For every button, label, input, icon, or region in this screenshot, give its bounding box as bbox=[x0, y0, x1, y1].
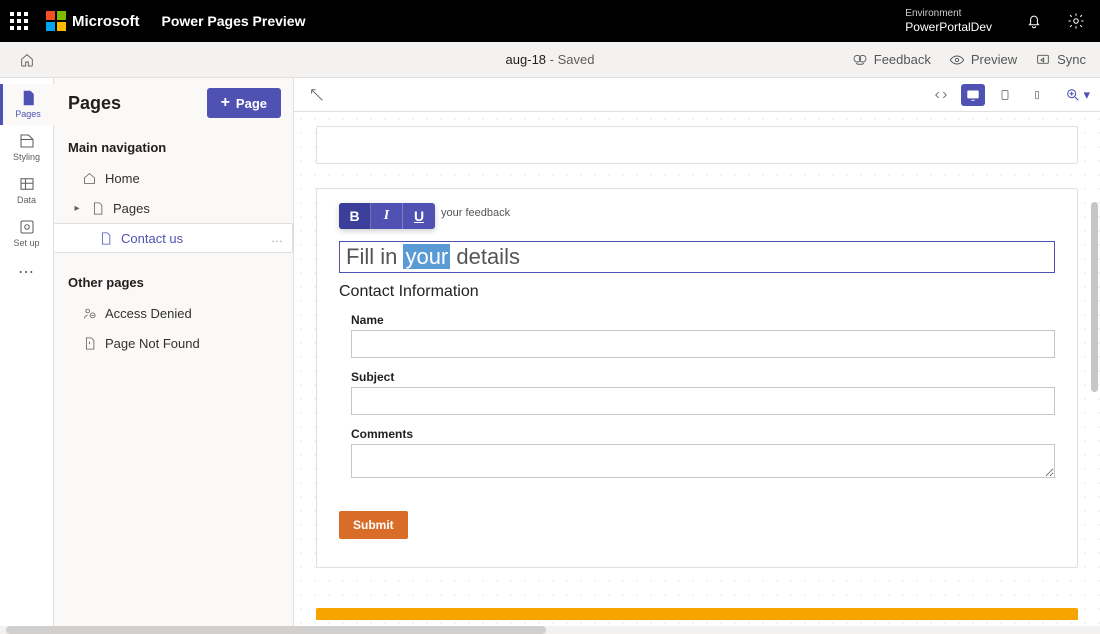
form-card[interactable]: B I U your feedback Fill in your details… bbox=[316, 188, 1078, 568]
canvas-toolbar: ▾ bbox=[294, 78, 1100, 112]
microsoft-logo: Microsoft bbox=[46, 11, 140, 31]
panel-title: Pages bbox=[68, 93, 121, 114]
section-other-pages: Other pages bbox=[68, 275, 293, 290]
design-canvas[interactable]: B I U your feedback Fill in your details… bbox=[294, 112, 1100, 634]
heading-editor[interactable]: Fill in your details bbox=[339, 241, 1055, 273]
preview-icon bbox=[949, 52, 965, 68]
input-subject[interactable] bbox=[351, 387, 1055, 415]
section-main-nav: Main navigation bbox=[68, 140, 293, 155]
site-name: aug-18 bbox=[506, 52, 546, 67]
move-handle-icon[interactable] bbox=[304, 82, 330, 108]
page-outline-icon bbox=[98, 231, 113, 246]
field-name: Name bbox=[339, 313, 1055, 358]
field-comments: Comments bbox=[339, 427, 1055, 483]
new-page-button[interactable]: + Page bbox=[207, 88, 281, 118]
feedback-button[interactable]: Feedback bbox=[852, 52, 931, 68]
brand-text: Microsoft bbox=[72, 13, 140, 30]
bold-button[interactable]: B bbox=[339, 203, 371, 229]
styling-icon bbox=[18, 132, 36, 150]
form-subheading: Contact Information bbox=[339, 283, 1055, 301]
chevron-down-icon: ▾ bbox=[1083, 87, 1090, 103]
site-status: aug-18 - Saved bbox=[506, 52, 595, 67]
input-name[interactable] bbox=[351, 330, 1055, 358]
nav-access-denied[interactable]: Access Denied bbox=[68, 298, 293, 328]
rail-more[interactable]: ⋯ bbox=[18, 262, 35, 282]
underline-button[interactable]: U bbox=[403, 203, 435, 229]
app-launcher-icon[interactable] bbox=[6, 8, 32, 34]
page-icon bbox=[19, 89, 37, 107]
input-comments[interactable] bbox=[351, 444, 1055, 478]
nav-rail: Pages Styling Data Set up ⋯ bbox=[0, 78, 54, 634]
label-name: Name bbox=[351, 313, 1055, 327]
data-icon bbox=[18, 175, 36, 193]
zoom-icon bbox=[1065, 87, 1081, 103]
canvas-header-card[interactable] bbox=[316, 126, 1078, 164]
environment-picker[interactable]: Environment PowerPortalDev bbox=[879, 8, 992, 34]
feedback-icon bbox=[852, 52, 868, 68]
label-comments: Comments bbox=[351, 427, 1055, 441]
italic-button[interactable]: I bbox=[371, 203, 403, 229]
page-outline-icon bbox=[90, 201, 105, 216]
page-alert-icon bbox=[82, 336, 97, 351]
rail-setup[interactable]: Set up bbox=[0, 213, 54, 254]
tablet-view-button[interactable] bbox=[993, 84, 1017, 106]
rail-pages[interactable]: Pages bbox=[0, 84, 54, 125]
preview-button[interactable]: Preview bbox=[949, 52, 1017, 68]
settings-icon[interactable] bbox=[1062, 7, 1090, 35]
desktop-view-button[interactable] bbox=[961, 84, 985, 106]
environment-label: Environment bbox=[905, 8, 992, 20]
home-button[interactable] bbox=[0, 52, 54, 68]
label-subject: Subject bbox=[351, 370, 1055, 384]
rail-data[interactable]: Data bbox=[0, 170, 54, 211]
command-bar: aug-18 - Saved Feedback Preview Sync bbox=[0, 42, 1100, 78]
field-subject: Subject bbox=[339, 370, 1055, 415]
product-name: Power Pages Preview bbox=[162, 13, 306, 29]
environment-name: PowerPortalDev bbox=[905, 20, 992, 34]
lock-person-icon bbox=[82, 306, 97, 321]
footer-accent-bar bbox=[316, 608, 1078, 620]
code-view-button[interactable] bbox=[929, 84, 953, 106]
feedback-trail-text: your feedback bbox=[441, 207, 1055, 219]
mobile-view-button[interactable] bbox=[1025, 84, 1049, 106]
home-icon bbox=[82, 171, 97, 186]
sync-button[interactable]: Sync bbox=[1035, 52, 1086, 68]
chevron-right-icon: ▸ bbox=[72, 203, 82, 214]
nav-contact-us[interactable]: Contact us … bbox=[54, 223, 293, 253]
setup-icon bbox=[18, 218, 36, 236]
nav-pages-group[interactable]: ▸ Pages bbox=[68, 193, 293, 223]
titlebar: Microsoft Power Pages Preview Environmen… bbox=[0, 0, 1100, 42]
canvas-area: ▾ B I U your feedback Fill in your detai… bbox=[294, 78, 1100, 634]
selected-text: your bbox=[403, 244, 450, 269]
text-format-toolbar: B I U bbox=[339, 203, 435, 229]
rail-styling[interactable]: Styling bbox=[0, 127, 54, 168]
pages-panel: Pages + Page Main navigation Home ▸ Page… bbox=[54, 78, 294, 634]
notifications-icon[interactable] bbox=[1020, 7, 1048, 35]
horizontal-scrollbar[interactable] bbox=[0, 626, 1100, 634]
item-more-icon[interactable]: … bbox=[271, 231, 284, 245]
sync-icon bbox=[1035, 52, 1051, 68]
zoom-control[interactable]: ▾ bbox=[1065, 87, 1090, 103]
nav-page-not-found[interactable]: Page Not Found bbox=[68, 328, 293, 358]
submit-button[interactable]: Submit bbox=[339, 511, 408, 539]
environment-icon bbox=[879, 13, 895, 29]
vertical-scrollbar[interactable] bbox=[1090, 112, 1098, 634]
nav-home[interactable]: Home bbox=[68, 163, 293, 193]
save-status: - Saved bbox=[546, 52, 594, 67]
